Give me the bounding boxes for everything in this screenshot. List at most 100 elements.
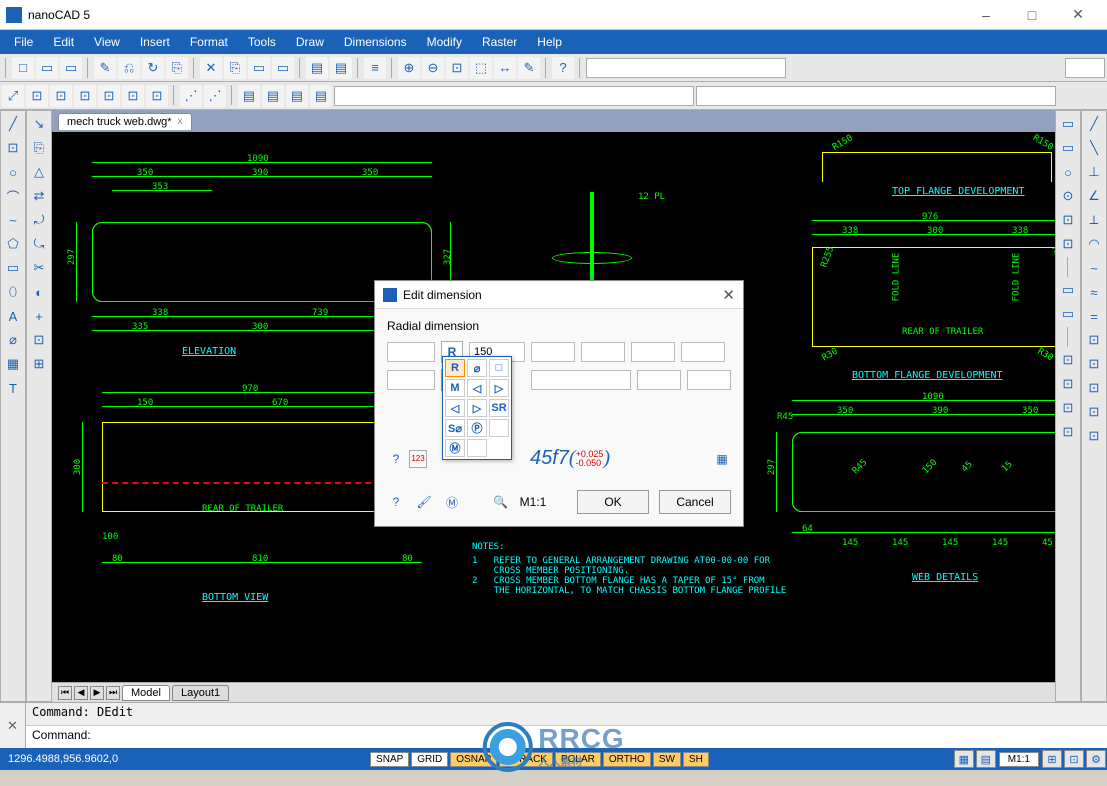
toolbar-button[interactable]: ↔	[494, 57, 516, 79]
symbol-option[interactable]: M	[445, 379, 465, 397]
layer-dropdown[interactable]	[334, 86, 694, 106]
toolbar-button[interactable]: ⊡	[1057, 373, 1079, 395]
cancel-button[interactable]: Cancel	[659, 490, 731, 514]
document-tab[interactable]: mech truck web.dwg* x	[58, 113, 192, 130]
toolbar-button[interactable]: ≈	[1083, 281, 1105, 303]
toolbar-button[interactable]: ⊡	[146, 85, 168, 107]
status-toggle-snap[interactable]: SNAP	[370, 752, 409, 767]
toolbar-button[interactable]: ⎌	[118, 57, 140, 79]
dialog-close-icon[interactable]: ✕	[722, 286, 735, 304]
toolbar-button[interactable]: ▤	[306, 57, 328, 79]
toolbar-button[interactable]: ⤢	[2, 85, 24, 107]
menu-file[interactable]: File	[4, 30, 43, 54]
layout-tab-prev-icon[interactable]: ◀	[74, 686, 88, 700]
dim-field[interactable]	[531, 342, 575, 362]
zoom-icon[interactable]: 🔍	[492, 493, 510, 511]
toolbar-button[interactable]: ⊡	[1057, 421, 1079, 443]
toolbar-button[interactable]: ⎘	[28, 137, 50, 159]
status-icon[interactable]: ⊞	[1042, 750, 1062, 768]
menu-tools[interactable]: Tools	[238, 30, 286, 54]
window-minimize-button[interactable]: –	[963, 0, 1009, 30]
toolbar-button[interactable]: ▭	[272, 57, 294, 79]
toolbar-button[interactable]: ▭	[1057, 279, 1079, 301]
status-toggle-grid[interactable]: GRID	[411, 752, 448, 767]
symbol-option[interactable]: Ⓟ	[467, 419, 487, 437]
status-icon[interactable]: ▤	[976, 750, 996, 768]
toolbar-button[interactable]: ∠	[1083, 185, 1105, 207]
symbol-option[interactable]: ◁	[445, 399, 465, 417]
status-icon[interactable]: ▦	[954, 750, 974, 768]
symbol-option[interactable]: ◁	[467, 379, 487, 397]
toolbar-button[interactable]: ⊡	[1083, 425, 1105, 447]
toolbar-button[interactable]: ⬠	[2, 233, 24, 255]
toolbar-button[interactable]: ▭	[1057, 303, 1079, 325]
toolbar-button[interactable]: ○	[1057, 161, 1079, 183]
toolbar-button[interactable]: ↘	[28, 113, 50, 135]
toolbar-button[interactable]: T	[2, 377, 24, 399]
toolbar-button[interactable]: ○	[2, 161, 24, 183]
symbol-option[interactable]: S⌀	[445, 419, 465, 437]
toolbar-button[interactable]: ⋰	[204, 85, 226, 107]
dim-field[interactable]	[387, 370, 435, 390]
layout-tab-next-icon[interactable]: ▶	[90, 686, 104, 700]
search-input[interactable]	[586, 58, 786, 78]
toolbar-button[interactable]: ⎘	[224, 57, 246, 79]
toolbar-button[interactable]: △	[28, 161, 50, 183]
toolbar-button[interactable]: ⊡	[50, 85, 72, 107]
toolbar-button[interactable]: ⊙	[1057, 185, 1079, 207]
toolbar-button[interactable]: ▤	[262, 85, 284, 107]
status-toggle-sw[interactable]: SW	[653, 752, 681, 767]
calendar-icon[interactable]: ▦	[713, 450, 731, 468]
toolbar-button[interactable]: ▤	[238, 85, 260, 107]
symbol-option[interactable]: R	[445, 359, 465, 377]
symbol-option[interactable]: ⌀	[467, 359, 487, 377]
toolbar-button[interactable]: ⊡	[1057, 397, 1079, 419]
toolbar-button[interactable]: =	[1083, 305, 1105, 327]
symbol-option[interactable]: ▷	[467, 399, 487, 417]
toolbar-button[interactable]: ⊡	[446, 57, 468, 79]
symbol-option[interactable]	[489, 419, 509, 437]
toolbar-button[interactable]: ⤿	[28, 233, 50, 255]
toolbar-button[interactable]: ⊕	[398, 57, 420, 79]
command-close-icon[interactable]: ✕	[0, 703, 26, 748]
toolbar-button[interactable]: ▭	[60, 57, 82, 79]
menu-view[interactable]: View	[84, 30, 130, 54]
dim-prefix-input[interactable]	[387, 342, 435, 362]
window-maximize-button[interactable]: □	[1009, 0, 1055, 30]
dim-field[interactable]	[637, 370, 681, 390]
toolbar-button[interactable]: ≡	[364, 57, 386, 79]
toolbar-button[interactable]: ▭	[36, 57, 58, 79]
ok-button[interactable]: OK	[577, 490, 649, 514]
status-scale[interactable]: M1:1	[999, 752, 1039, 767]
menu-modify[interactable]: Modify	[417, 30, 472, 54]
status-icon[interactable]: ⊡	[1064, 750, 1084, 768]
toolbar-button[interactable]: ⊡	[1083, 353, 1105, 375]
symbol-option[interactable]: ▷	[489, 379, 509, 397]
aux-input[interactable]	[1065, 58, 1105, 78]
layout-tab-layout1[interactable]: Layout1	[172, 685, 229, 701]
toolbar-button[interactable]: +	[28, 305, 50, 327]
layout-tab-first-icon[interactable]: ⏮	[58, 686, 72, 700]
status-toggle-otrack[interactable]: OTRACK	[499, 752, 553, 767]
toolbar-button[interactable]: ⊡	[28, 329, 50, 351]
toolbar-button[interactable]: ~	[1083, 257, 1105, 279]
toolbar-button[interactable]: ▭	[248, 57, 270, 79]
toolbar-button[interactable]: ✂	[28, 257, 50, 279]
dim-field[interactable]	[581, 342, 625, 362]
dim-field[interactable]	[687, 370, 731, 390]
toolbar-button[interactable]: ⊡	[74, 85, 96, 107]
toolbar-button[interactable]: ⊡	[1083, 329, 1105, 351]
toolbar-button[interactable]: ⌀	[2, 329, 24, 351]
toolbar-button[interactable]: ✕	[200, 57, 222, 79]
toolbar-button[interactable]: ⊡	[1057, 349, 1079, 371]
toolbar-button[interactable]: ↻	[142, 57, 164, 79]
menu-raster[interactable]: Raster	[472, 30, 527, 54]
toolbar-button[interactable]: ▭	[1057, 137, 1079, 159]
toolbar-button[interactable]: ⬚	[470, 57, 492, 79]
toolbar-button[interactable]: ╱	[2, 113, 24, 135]
toolbar-button[interactable]: ⊞	[28, 353, 50, 375]
status-toggle-ortho[interactable]: ORTHO	[603, 752, 651, 767]
help-icon[interactable]: ?	[387, 450, 405, 468]
menu-draw[interactable]: Draw	[286, 30, 334, 54]
toolbar-button[interactable]: ▤	[330, 57, 352, 79]
